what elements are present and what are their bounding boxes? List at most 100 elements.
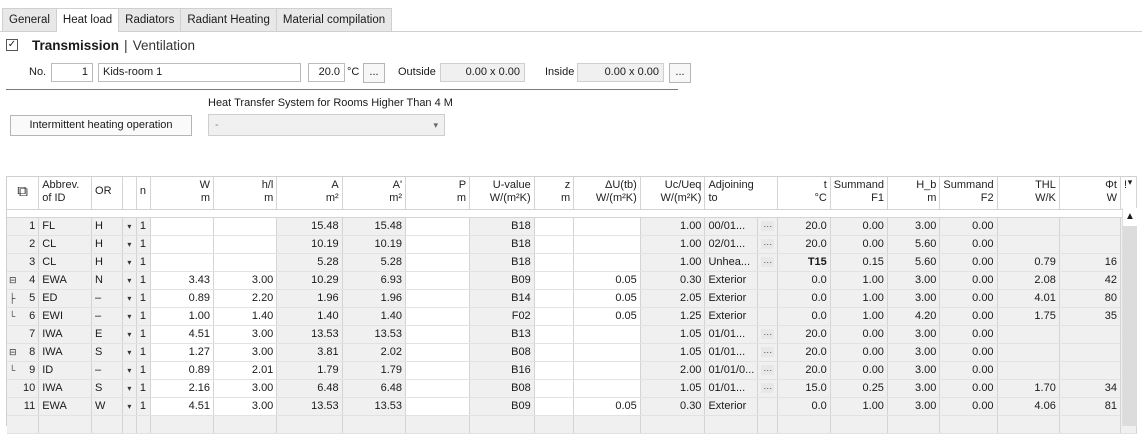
cell-summand-f2[interactable]: 0.00 (939, 253, 998, 272)
cell-area-net[interactable]: 2.02 (342, 343, 407, 362)
cell-temperature[interactable]: 15.0 (777, 379, 831, 398)
cell-summand-f1[interactable]: 0.00 (830, 343, 888, 362)
cell-delta-u[interactable]: 0.05 (573, 397, 641, 416)
cell-n[interactable]: 1 (136, 289, 151, 308)
cell-n[interactable]: 1 (136, 379, 151, 398)
cell-orientation[interactable]: W (91, 397, 123, 416)
cell-width[interactable]: 4.51 (150, 397, 215, 416)
cell-abbrev[interactable]: IWA (38, 325, 93, 344)
empty-cell[interactable] (997, 415, 1060, 434)
cell-p[interactable] (405, 235, 471, 254)
empty-cell[interactable] (887, 415, 941, 434)
cell-uc-ueq[interactable]: 1.05 (640, 379, 706, 398)
cell-height[interactable]: 3.00 (213, 397, 278, 416)
cell-height[interactable]: 1.40 (213, 307, 278, 326)
cell-p[interactable] (405, 361, 471, 380)
transmission-checkbox[interactable]: ✓ (6, 39, 18, 51)
cell-hb[interactable]: 5.60 (887, 235, 941, 254)
cell-delta-u[interactable]: 0.05 (573, 307, 641, 326)
adjoining-more-button[interactable]: ··· (757, 325, 779, 344)
cell-area[interactable]: 6.48 (276, 379, 343, 398)
table-row[interactable]: ⊟ 4 EWA N ▾ 1 3.43 3.00 10.29 6.93 B09 0.05 0.30 Exte… (7, 271, 1138, 290)
cell-summand-f1[interactable]: 1.00 (830, 307, 888, 326)
col-header-uc-ueq[interactable]: Uc/Ueq W/(m²K) (640, 177, 706, 210)
cell-phi[interactable] (1059, 325, 1121, 344)
adjoining-more-button[interactable]: ··· (757, 361, 779, 380)
adjoining-more-button[interactable] (757, 271, 779, 290)
cell-adjoining[interactable]: 01/01... (704, 343, 759, 362)
cell-thl[interactable] (997, 325, 1060, 344)
intermittent-heating-button[interactable]: Intermittent heating operation (10, 115, 192, 136)
col-header-a[interactable]: Am² (276, 177, 343, 210)
cell-delta-u[interactable]: 0.05 (573, 271, 641, 290)
cell-hb[interactable]: 3.00 (887, 397, 941, 416)
cell-phi[interactable]: 35 (1059, 307, 1121, 326)
row-number[interactable]: 3 (7, 253, 40, 272)
tab-material-compilation[interactable]: Material compilation (275, 8, 393, 31)
cell-u-value[interactable]: B08 (469, 343, 535, 362)
cell-delta-u[interactable] (573, 379, 641, 398)
empty-cell[interactable] (405, 415, 471, 434)
empty-cell[interactable] (830, 415, 888, 434)
empty-cell[interactable] (573, 415, 641, 434)
cell-area-net[interactable]: 1.79 (342, 361, 407, 380)
cell-height[interactable]: 2.01 (213, 361, 278, 380)
cell-orientation[interactable]: – (91, 361, 123, 380)
cell-z[interactable] (534, 325, 575, 344)
cell-uc-ueq[interactable]: 0.30 (640, 271, 706, 290)
cell-uc-ueq[interactable]: 1.00 (640, 217, 706, 236)
cell-z[interactable] (534, 397, 575, 416)
cell-p[interactable] (405, 217, 471, 236)
cell-width[interactable]: 2.16 (150, 379, 215, 398)
cell-n[interactable]: 1 (136, 397, 151, 416)
cell-summand-f1[interactable]: 0.15 (830, 253, 888, 272)
adjoining-more-button[interactable] (757, 397, 779, 416)
col-header-t[interactable]: t °C (777, 177, 831, 210)
cell-temperature[interactable]: 0.0 (777, 397, 831, 416)
cell-z[interactable] (534, 217, 575, 236)
row-number[interactable]: └ 6 (7, 307, 40, 326)
col-header-or[interactable]: OR (91, 177, 123, 210)
cell-orientation[interactable]: – (91, 289, 123, 308)
table-row[interactable]: 2 CL H ▾ 1 10.19 10.19 B18 1.00 02/01... ··· 20.0 0.… (7, 235, 1138, 254)
cell-u-value[interactable]: B18 (469, 235, 535, 254)
cell-n[interactable]: 1 (136, 361, 151, 380)
cell-z[interactable] (534, 379, 575, 398)
ventilation-label[interactable]: Ventilation (133, 38, 195, 53)
cell-abbrev[interactable]: FL (38, 217, 93, 236)
cell-area-net[interactable]: 5.28 (342, 253, 407, 272)
orientation-dropdown[interactable]: ▾ (122, 217, 137, 236)
cell-summand-f2[interactable]: 0.00 (939, 235, 998, 254)
cell-adjoining[interactable]: Exterior (704, 271, 759, 290)
col-header-w[interactable]: Wm (150, 177, 215, 210)
cell-summand-f2[interactable]: 0.00 (939, 397, 998, 416)
adjoining-more-button[interactable]: ··· (757, 343, 779, 362)
cell-z[interactable] (534, 307, 575, 326)
cell-temperature[interactable]: 0.0 (777, 271, 831, 290)
empty-cell[interactable] (704, 415, 759, 434)
orientation-dropdown[interactable]: ▾ (122, 361, 137, 380)
cell-area[interactable]: 15.48 (276, 217, 343, 236)
cell-uc-ueq[interactable]: 1.05 (640, 343, 706, 362)
orientation-dropdown[interactable]: ▾ (122, 271, 137, 290)
cell-adjoining[interactable]: 01/01... (704, 379, 759, 398)
adjoining-more-button[interactable]: ··· (757, 217, 779, 236)
cell-uc-ueq[interactable]: 0.30 (640, 397, 706, 416)
table-row[interactable]: ├ 5 ED – ▾ 1 0.89 2.20 1.96 1.96 B14 0.05 2.05 Exteri… (7, 289, 1138, 308)
empty-cell[interactable] (91, 415, 123, 434)
cell-phi[interactable]: 42 (1059, 271, 1121, 290)
cell-u-value[interactable]: B09 (469, 397, 535, 416)
cell-summand-f2[interactable]: 0.00 (939, 343, 998, 362)
col-header-thl[interactable]: THL W/K (997, 177, 1060, 210)
cell-area[interactable]: 5.28 (276, 253, 343, 272)
orientation-dropdown[interactable]: ▾ (122, 253, 137, 272)
cell-hb[interactable]: 3.00 (887, 271, 941, 290)
cell-area[interactable]: 13.53 (276, 325, 343, 344)
cell-phi[interactable] (1059, 235, 1121, 254)
cell-uc-ueq[interactable]: 1.00 (640, 253, 706, 272)
collapse-tree-icon[interactable]: ⊟ (9, 344, 17, 361)
cell-n[interactable]: 1 (136, 343, 151, 362)
cell-summand-f2[interactable]: 0.00 (939, 379, 998, 398)
cell-width[interactable]: 1.27 (150, 343, 215, 362)
tab-heat-load[interactable]: Heat load (55, 8, 120, 32)
